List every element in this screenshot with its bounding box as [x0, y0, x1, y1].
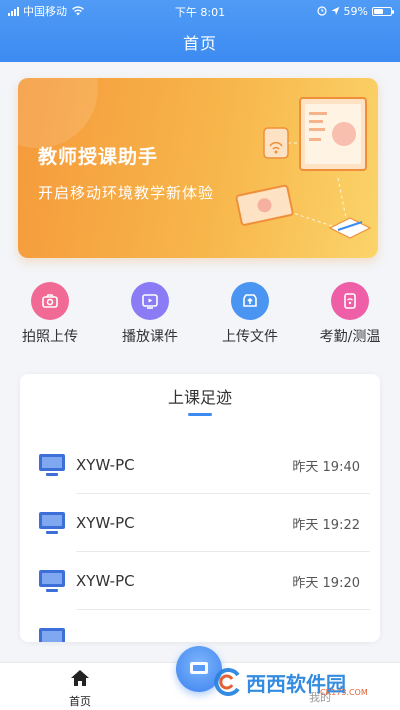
watermark-logo-icon: [214, 668, 240, 696]
site-watermark: 西西软件园 CR173.COM: [212, 664, 388, 700]
visit-time: 昨天 19:22: [292, 517, 360, 533]
footprint-row[interactable]: XYW-PC 昨天 19:22: [20, 494, 380, 552]
tab-home-label: 首页: [69, 695, 91, 708]
computer-icon: [39, 628, 65, 642]
quick-action-label: 拍照上传: [22, 329, 78, 345]
monitor-art: [299, 97, 367, 171]
page-title: 首页: [182, 34, 217, 53]
quick-action-photo-upload[interactable]: 拍照上传: [10, 282, 90, 346]
status-bar: 中国移动 下午 8:01 59%: [0, 0, 400, 22]
wifi-badge-art: [263, 127, 289, 159]
watermark-url: CR173.COM: [320, 688, 368, 697]
footprint-row-partial[interactable]: [20, 610, 380, 642]
upload-icon: [231, 282, 269, 320]
footprint-row[interactable]: XYW-PC 昨天 19:20: [20, 552, 380, 610]
card-title: 上课足迹: [167, 388, 232, 407]
book-art: [328, 217, 372, 239]
battery-icon: [372, 6, 394, 16]
visit-time: 昨天 19:20: [292, 575, 360, 591]
home-icon: [71, 670, 89, 686]
quick-action-upload-file[interactable]: 上传文件: [210, 282, 290, 346]
promo-banner[interactable]: 教师授课助手 开启移动环境教学新体验: [18, 78, 378, 258]
banner-decor-circle: [18, 78, 98, 148]
device-name: XYW-PC: [76, 514, 135, 532]
battery-level-fill: [374, 8, 384, 14]
device-name: XYW-PC: [76, 456, 135, 474]
quick-action-label: 播放课件: [122, 329, 178, 345]
computer-icon: [39, 570, 65, 592]
banner-title: 教师授课助手: [38, 146, 159, 168]
cast-icon: [190, 662, 208, 674]
tablet-art: [235, 184, 294, 226]
footprint-row[interactable]: XYW-PC 昨天 19:40: [20, 436, 380, 494]
status-time: 下午 8:01: [174, 6, 226, 19]
app-header: 中国移动 下午 8:01 59% 首页: [0, 0, 400, 62]
camera-icon: [31, 282, 69, 320]
device-name: XYW-PC: [76, 572, 135, 590]
computer-icon: [39, 512, 65, 534]
play-icon: [131, 282, 169, 320]
computer-icon: [39, 454, 65, 476]
class-footprint-card: 上课足迹 XYW-PC 昨天 19:40 XYW-PC 昨天 19:22 XYW…: [20, 374, 380, 642]
quick-actions: 拍照上传 播放课件 上传文件 考勤/测温: [0, 282, 400, 350]
banner-subtitle: 开启移动环境教学新体验: [38, 184, 215, 202]
quick-action-checkin[interactable]: 考勤/测温: [310, 282, 390, 346]
quick-action-label: 考勤/测温: [319, 329, 381, 345]
visit-time: 昨天 19:40: [292, 459, 360, 475]
banner-illustration: [235, 97, 372, 239]
checkin-icon: [331, 282, 369, 320]
quick-action-label: 上传文件: [222, 329, 278, 345]
quick-action-play-courseware[interactable]: 播放课件: [110, 282, 190, 346]
card-title-underline: [188, 413, 212, 416]
tab-home[interactable]: 首页: [50, 669, 110, 709]
